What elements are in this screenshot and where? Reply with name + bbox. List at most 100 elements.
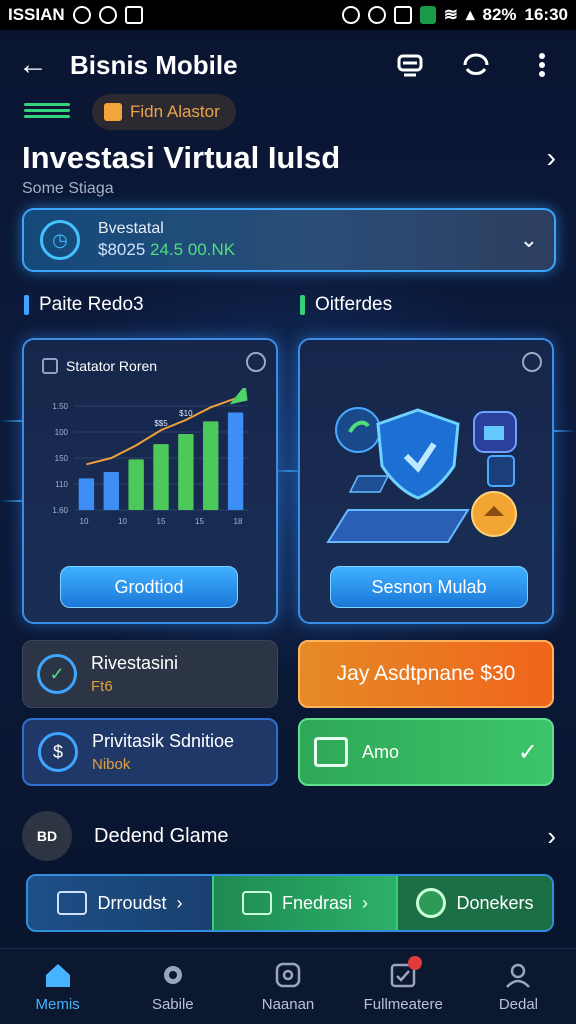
bottom-nav: Memis Sabile Naanan Fullmeatere Dedal (0, 948, 576, 1024)
x-tick-label: 15 (195, 517, 204, 526)
inbox-icon[interactable] (394, 49, 426, 81)
chart-card-button[interactable]: Grodtiod (60, 566, 238, 608)
shield-icon (416, 888, 447, 918)
basket-icon (314, 737, 348, 767)
action-1-button[interactable]: Drroudst › (28, 876, 212, 930)
page-title: Investasi Virtual Iulsd (22, 140, 341, 175)
x-tick-label: 10 (80, 517, 89, 526)
target-icon (273, 960, 303, 990)
nav-item-target[interactable]: Naanan (230, 949, 345, 1024)
checkmark-icon: ✓ (517, 738, 538, 766)
clock-icon (98, 6, 117, 24)
y-tick-label: 1.50 (52, 402, 68, 411)
action-1-label: Drroudst (97, 892, 167, 913)
sync-icon (367, 6, 386, 24)
private-icon: $ (38, 732, 78, 772)
tasks-icon (388, 956, 423, 990)
balance-bar[interactable]: ◷ Bvestatal $8025 24.5 00.NK ⌄ (22, 208, 556, 272)
carrier-label: ISSIAN (8, 5, 65, 24)
user-icon (503, 960, 533, 990)
section-label-left: Paite Redo3 (24, 294, 144, 316)
nav-item-tasks[interactable]: Fullmeatere (346, 949, 461, 1024)
x-tick-label: 10 (118, 517, 127, 526)
nav-label-settings: Sabile (151, 996, 194, 1013)
home-icon (43, 960, 73, 990)
card-icon (57, 891, 88, 915)
time-label: 16:30 (524, 5, 568, 24)
nav-item-profile[interactable]: Dedal (461, 949, 576, 1024)
private-sub: Nibok (92, 756, 131, 773)
chart-bar (203, 421, 219, 510)
signal-icon: ▴ (465, 5, 475, 24)
investasi-tile[interactable]: ✓ Rivestasini Ft6 (22, 640, 278, 708)
green-action-tile[interactable]: Amo ✓ (298, 718, 554, 786)
private-title: Privitasik Sdnitioe (92, 731, 235, 751)
row-label: Dedend Glame (94, 824, 229, 847)
menu-lines-icon[interactable] (24, 100, 70, 124)
private-tile[interactable]: $ Privitasik Sdnitioe Nibok (22, 718, 278, 786)
chart-bar (128, 459, 144, 510)
balance-value-prefix: $8025 (98, 240, 146, 259)
action-2-button[interactable]: Fnedrasi › (212, 876, 396, 930)
investasi-sub: Ft6 (91, 678, 113, 695)
nav-item-settings[interactable]: Sabile (115, 949, 230, 1024)
chart-square-icon (42, 358, 58, 374)
chevron-right-icon: › (362, 892, 369, 913)
security-card-button[interactable]: Sesnon Mulab (330, 566, 528, 608)
trend-arrow-icon (229, 388, 248, 405)
expand-icon[interactable] (246, 352, 266, 372)
nav-item-home[interactable]: Memis (0, 949, 115, 1024)
x-tick-label: 15 (157, 517, 166, 526)
timer-icon: ◷ (40, 220, 80, 260)
robot-icon (241, 891, 272, 915)
check-circle-icon[interactable] (522, 352, 542, 372)
back-arrow-icon[interactable]: ← (18, 48, 54, 82)
master-badge-icon (104, 103, 122, 121)
master-badge-label: Fidn Alastor (130, 102, 220, 121)
status-bar: ISSIAN ≋ ▴ 82% 16:30 (0, 0, 576, 30)
section-right-text: Oitferdes (315, 294, 393, 315)
gear-icon (158, 960, 188, 990)
chart-card[interactable]: Statator Roren 1.50 100 150 110 1.60 $$5 $10 10… (22, 338, 278, 624)
orange-tile-label: Jay Asdtpnane $30 (336, 662, 516, 685)
action-3-button[interactable]: Donekers (396, 876, 552, 930)
chevron-right-icon: › (547, 820, 556, 851)
alarm-icon (341, 6, 360, 24)
security-card[interactable]: Sesnon Mulab (298, 338, 554, 624)
chart-bar (178, 434, 194, 510)
list-row[interactable]: BD Dedend Glame › (22, 810, 556, 862)
chat-support-icon[interactable] (460, 49, 492, 81)
y-tick-label: 150 (55, 454, 69, 463)
wifi-icon: ≋ (443, 5, 458, 24)
bar-chart: 1.50 100 150 110 1.60 $$5 $10 10 10 15 15 18 (52, 388, 248, 526)
app-bar: ← Bisnis Mobile (0, 38, 576, 92)
chevron-right-icon[interactable]: › (547, 142, 556, 174)
screenshot-icon (393, 6, 412, 24)
chart-title: Statator Roren (66, 358, 158, 374)
chart-header: Statator Roren (42, 358, 157, 374)
balance-value-highlight: 24.5 00.NK (150, 240, 236, 259)
row-icon: BD (22, 811, 72, 861)
nav-label-home: Memis (35, 996, 80, 1013)
chart-bar (103, 472, 119, 510)
balance-label: Bvestatal (98, 220, 164, 237)
balance-value: $8025 24.5 00.NK (98, 240, 235, 260)
y-tick-label: 100 (55, 428, 69, 437)
master-badge[interactable]: Fidn Alastor (92, 94, 236, 130)
orange-action-tile[interactable]: Jay Asdtpnane $30 (298, 640, 554, 708)
app-title: Bisnis Mobile (70, 49, 238, 80)
y-tick-label: 110 (55, 480, 68, 489)
chevron-right-icon: › (176, 892, 183, 913)
nav-label-tasks: Fullmeatere (363, 996, 443, 1013)
action-3-label: Donekers (456, 892, 534, 913)
investasi-title: Rivestasini (91, 653, 179, 673)
nav-label-target: Naanan (261, 996, 315, 1013)
page-subtitle: Some Stiaga (22, 180, 114, 197)
action-2-label: Fnedrasi (281, 892, 353, 913)
more-menu-icon[interactable] (526, 49, 558, 81)
y-tick-label: 1.60 (52, 506, 68, 515)
data-label: $10 (179, 409, 193, 418)
green-tile-label: Amo (362, 741, 400, 762)
nav-label-profile: Dedal (498, 996, 539, 1013)
chevron-down-icon[interactable]: ⌄ (520, 227, 538, 253)
